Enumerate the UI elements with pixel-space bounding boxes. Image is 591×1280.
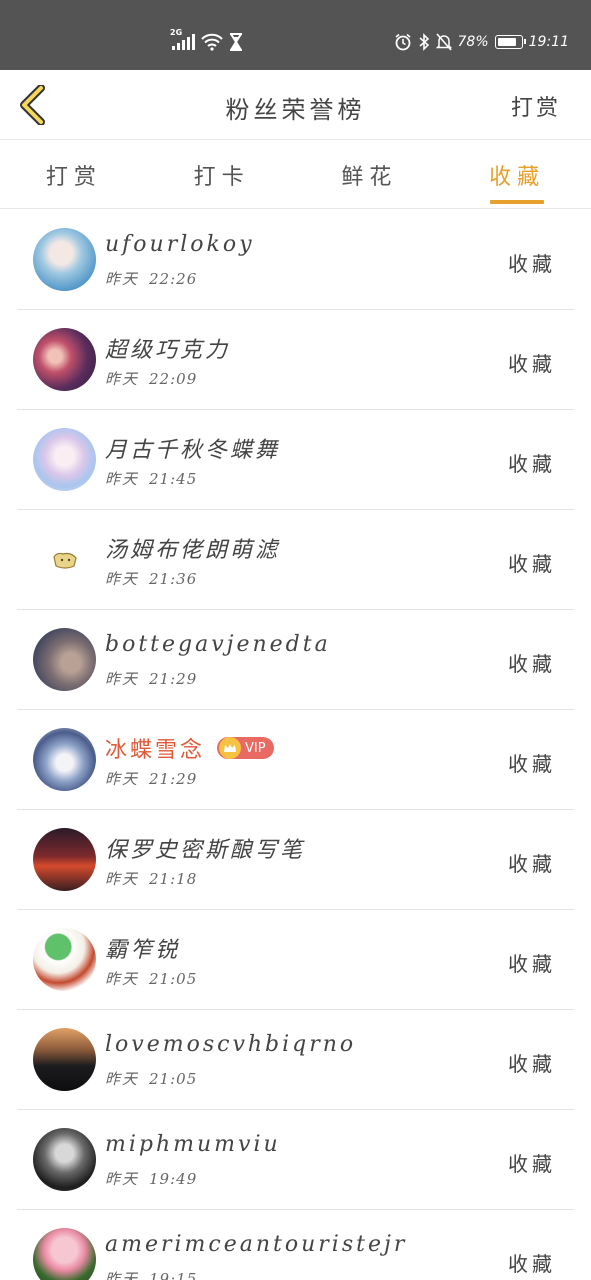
list-item[interactable]: 月古千秋冬蝶舞 昨天 21:45 收藏 bbox=[17, 410, 574, 510]
avatar[interactable] bbox=[33, 228, 96, 291]
status-center: 2G bbox=[170, 28, 243, 54]
user-name: lovemoscvhbiqrno bbox=[105, 1032, 357, 1057]
action-label: 收藏 bbox=[508, 352, 556, 376]
tab-reward[interactable]: 打赏 bbox=[0, 141, 148, 208]
mute-bell-icon bbox=[435, 33, 452, 51]
battery-icon bbox=[494, 35, 526, 49]
timestamp: 昨天 21:36 bbox=[105, 570, 198, 588]
avatar[interactable] bbox=[33, 1128, 96, 1191]
alarm-icon bbox=[395, 33, 411, 51]
action-label: 收藏 bbox=[508, 752, 556, 776]
list-item[interactable]: 霸笮锐 昨天 21:05 收藏 bbox=[17, 910, 574, 1010]
user-name: amerimceantouristejr bbox=[105, 1232, 408, 1257]
status-bar: 2G 78% 19:11 bbox=[0, 0, 591, 70]
action-label: 收藏 bbox=[508, 852, 556, 876]
network-type: 2G bbox=[170, 28, 183, 37]
user-name: bottegavjenedta bbox=[105, 632, 331, 657]
status-right: 78% 19:11 bbox=[394, 30, 569, 54]
avatar[interactable] bbox=[33, 328, 96, 391]
user-name: ufourlokoy bbox=[105, 232, 255, 257]
vip-badge: VIP bbox=[217, 737, 274, 759]
avatar[interactable] bbox=[33, 628, 96, 691]
timestamp: 昨天 19:15 bbox=[105, 1270, 198, 1280]
list-item[interactable]: amerimceantouristejr 昨天 19:15 收藏 bbox=[17, 1210, 574, 1280]
avatar[interactable] bbox=[33, 1228, 96, 1280]
user-name: 汤姆布佬朗萌滤 bbox=[105, 538, 281, 563]
action-label: 收藏 bbox=[508, 1152, 556, 1176]
action-label: 收藏 bbox=[508, 652, 556, 676]
list-item[interactable]: 冰蝶雪念 VIP 昨天 21:29 收藏 bbox=[17, 710, 574, 810]
hourglass-icon bbox=[230, 33, 242, 51]
user-name: miphmumviu bbox=[105, 1132, 281, 1157]
user-name: 月古千秋冬蝶舞 bbox=[105, 438, 281, 463]
list-item[interactable]: 超级巧克力 昨天 22:09 收藏 bbox=[17, 310, 574, 410]
action-label: 收藏 bbox=[508, 1252, 556, 1276]
bluetooth-icon bbox=[418, 33, 429, 51]
crown-icon bbox=[219, 737, 242, 759]
user-name: 超级巧克力 bbox=[105, 338, 231, 363]
header-bar: 粉丝荣誉榜 打赏 bbox=[0, 70, 591, 140]
tab-checkin[interactable]: 打卡 bbox=[148, 141, 296, 208]
tab-flowers[interactable]: 鲜花 bbox=[296, 141, 444, 208]
timestamp: 昨天 19:49 bbox=[105, 1170, 198, 1188]
list-item[interactable]: 保罗史密斯酿写笔 昨天 21:18 收藏 bbox=[17, 810, 574, 910]
tab-favorites[interactable]: 收藏 bbox=[443, 141, 591, 208]
clock-time: 19:11 bbox=[528, 34, 569, 50]
list-item[interactable]: bottegavjenedta 昨天 21:29 收藏 bbox=[17, 610, 574, 710]
timestamp: 昨天 21:29 bbox=[105, 670, 198, 688]
user-name: 霸笮锐 bbox=[105, 938, 181, 963]
user-name: 保罗史密斯酿写笔 bbox=[105, 838, 306, 863]
signal-icon: 2G bbox=[170, 28, 195, 50]
timestamp: 昨天 21:29 bbox=[105, 770, 198, 788]
reward-button[interactable]: 打赏 bbox=[511, 90, 561, 122]
timestamp: 昨天 21:05 bbox=[105, 970, 198, 988]
list-item[interactable]: ufourlokoy 昨天 22:26 收藏 bbox=[17, 210, 574, 310]
page-title: 粉丝荣誉榜 bbox=[225, 96, 366, 124]
battery-percent: 78% bbox=[457, 34, 489, 50]
tab-bar: 打赏 打卡 鲜花 收藏 bbox=[0, 141, 591, 209]
action-label: 收藏 bbox=[508, 452, 556, 476]
timestamp: 昨天 21:18 bbox=[105, 870, 198, 888]
list-item[interactable]: miphmumviu 昨天 19:49 收藏 bbox=[17, 1110, 574, 1210]
timestamp: 昨天 21:05 bbox=[105, 1070, 198, 1088]
wifi-icon bbox=[201, 33, 223, 51]
fan-list: ufourlokoy 昨天 22:26 收藏 超级巧克力 昨天 22:09 收藏 月… bbox=[0, 210, 591, 1280]
timestamp: 昨天 22:09 bbox=[105, 370, 198, 388]
avatar[interactable] bbox=[33, 528, 96, 591]
avatar[interactable] bbox=[33, 728, 96, 791]
avatar[interactable] bbox=[33, 828, 96, 891]
cartoon-avatar-icon bbox=[52, 552, 77, 569]
list-item[interactable]: lovemoscvhbiqrno 昨天 21:05 收藏 bbox=[17, 1010, 574, 1110]
avatar[interactable] bbox=[33, 1028, 96, 1091]
user-name: 冰蝶雪念 bbox=[105, 738, 206, 763]
action-label: 收藏 bbox=[508, 952, 556, 976]
action-label: 收藏 bbox=[508, 552, 556, 576]
avatar[interactable] bbox=[33, 928, 96, 991]
action-label: 收藏 bbox=[508, 252, 556, 276]
timestamp: 昨天 21:45 bbox=[105, 470, 198, 488]
action-label: 收藏 bbox=[508, 1052, 556, 1076]
avatar[interactable] bbox=[33, 428, 96, 491]
list-item[interactable]: 汤姆布佬朗萌滤 昨天 21:36 收藏 bbox=[17, 510, 574, 610]
timestamp: 昨天 22:26 bbox=[105, 270, 198, 288]
